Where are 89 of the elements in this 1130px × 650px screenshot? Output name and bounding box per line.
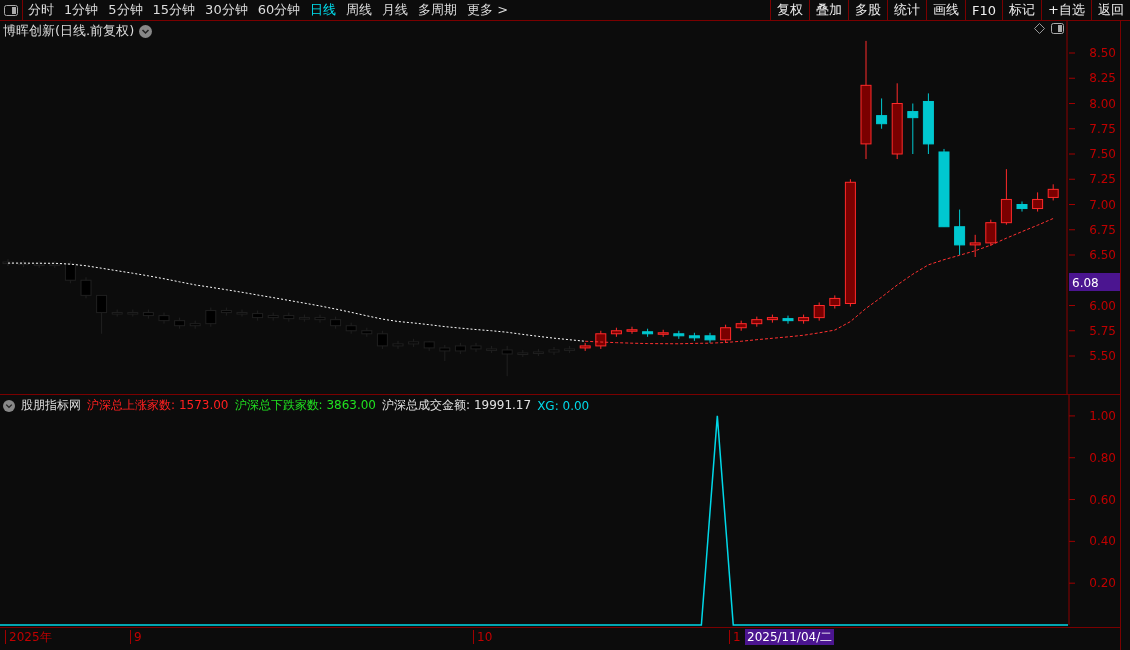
price-label: 6.75 — [1089, 222, 1116, 237]
candle — [907, 103, 919, 155]
period-tab[interactable]: 分时 — [23, 0, 59, 20]
panel-icon[interactable] — [4, 4, 18, 16]
indicator-value: XG: 0.00 — [537, 398, 590, 413]
date-label: 1 — [729, 630, 741, 644]
indicator-value: 沪深总上涨家数: 1573.00 — [87, 397, 229, 414]
candle — [501, 345, 513, 377]
price-label: 6.00 — [1089, 298, 1116, 313]
candle — [954, 209, 966, 256]
toolbar-button[interactable]: 统计 — [887, 0, 927, 20]
toolbar-button[interactable]: 叠加 — [809, 0, 849, 20]
axis-label: 1.00 — [1089, 408, 1116, 423]
period-tab[interactable]: 更多 > — [462, 0, 514, 20]
price-label: 8.25 — [1089, 71, 1116, 86]
candle — [969, 234, 981, 258]
candle — [1000, 168, 1012, 226]
candle — [579, 342, 591, 352]
candle — [423, 340, 435, 352]
price-label: 8.50 — [1089, 46, 1116, 60]
period-tab[interactable]: 5分钟 — [103, 0, 148, 20]
date-label: 9 — [130, 630, 142, 644]
indicator-value: 沪深总下跌家数: 3863.00 — [234, 397, 376, 414]
candle — [766, 314, 778, 324]
candle — [985, 219, 997, 247]
price-label: 7.75 — [1089, 121, 1116, 136]
price-label: 7.00 — [1089, 197, 1116, 212]
candle — [345, 322, 357, 335]
price-tag — [1069, 273, 1120, 291]
toolbar-button[interactable]: 复权 — [770, 0, 810, 20]
period-tab[interactable]: 60分钟 — [252, 0, 306, 20]
date-label: 10 — [473, 630, 493, 644]
diamond-icon[interactable] — [1034, 23, 1045, 34]
candle — [922, 92, 934, 155]
period-tab[interactable]: 日线 — [305, 0, 342, 20]
axis-label: 0.20 — [1089, 576, 1116, 591]
period-tab[interactable]: 30分钟 — [200, 0, 253, 20]
axis-label: 0.60 — [1089, 492, 1116, 507]
period-tab[interactable]: 周线 — [341, 0, 378, 20]
axis-label: 0.40 — [1089, 534, 1116, 549]
candle — [595, 330, 607, 350]
candle — [1016, 200, 1028, 213]
axis-label: 0.80 — [1089, 450, 1116, 465]
candle — [798, 314, 810, 325]
candle — [1047, 183, 1059, 201]
price-label: 7.25 — [1089, 172, 1116, 187]
toolbar-button[interactable]: 标记 — [1002, 0, 1042, 20]
toolbar-button[interactable]: +自选 — [1041, 0, 1091, 20]
chevron-down-icon[interactable] — [139, 24, 153, 38]
candle — [64, 260, 76, 284]
toolbar-button[interactable]: F10 — [965, 0, 1003, 20]
period-tab[interactable]: 1分钟 — [59, 0, 104, 20]
candle — [829, 294, 841, 310]
candle — [876, 97, 888, 130]
candle — [610, 327, 622, 338]
price-tag-label: 6.08 — [1072, 276, 1099, 290]
price-label: 5.50 — [1089, 349, 1116, 363]
candle — [751, 316, 763, 328]
chevron-down-icon[interactable] — [3, 399, 15, 412]
candle — [1032, 191, 1044, 213]
period-tab[interactable]: 月线 — [377, 0, 414, 20]
date-label: 2025年 — [5, 630, 52, 644]
candle — [673, 330, 685, 340]
candle — [330, 316, 342, 330]
toolbar-button[interactable]: 返回 — [1091, 0, 1130, 20]
candle — [454, 342, 466, 355]
candle — [376, 330, 388, 350]
period-tab[interactable]: 15分钟 — [147, 0, 201, 20]
candle — [80, 276, 92, 299]
cursor-date: 2025/11/04/二 — [745, 629, 835, 645]
candle — [720, 324, 732, 344]
candle — [688, 332, 700, 342]
candle — [735, 320, 747, 332]
candle — [813, 301, 825, 322]
price-label: 5.75 — [1089, 323, 1116, 338]
toolbar-button[interactable]: 多股 — [848, 0, 888, 20]
price-label: 7.50 — [1089, 147, 1116, 161]
candle — [205, 307, 217, 328]
toolbar-button[interactable]: 画线 — [926, 0, 966, 20]
price-label: 8.00 — [1089, 96, 1116, 111]
period-tab[interactable]: 多周期 — [413, 0, 463, 20]
price-label: 6.50 — [1089, 248, 1116, 262]
panel-icon[interactable] — [1051, 23, 1064, 34]
candle — [704, 332, 716, 344]
indicator-value: 沪深总成交金额: 19991.17 — [382, 397, 532, 414]
candle — [96, 294, 108, 335]
candle — [439, 344, 451, 362]
indicator-name: 股朋指标网 — [21, 397, 81, 414]
chart-title: 博晖创新(日线.前复权) — [3, 22, 135, 40]
